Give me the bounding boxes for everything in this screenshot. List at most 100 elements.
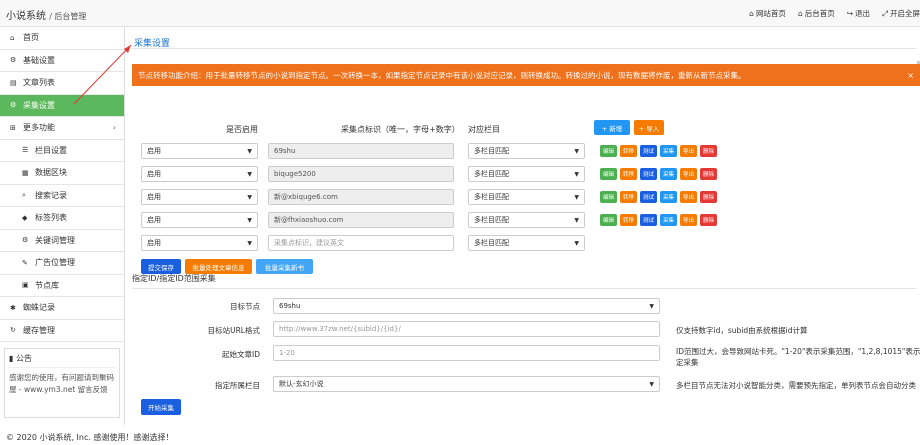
category-value: 多栏目匹配 xyxy=(474,147,509,155)
edit-button[interactable]: 编辑 xyxy=(600,145,617,157)
enable-select[interactable]: 启用 ▼ xyxy=(141,166,258,182)
category-select[interactable]: 多栏目匹配 ▼ xyxy=(468,235,585,251)
delete-button[interactable]: 删除 xyxy=(700,191,717,203)
alert-text: 节点转移功能介绍：用于批量转移节点的小说到指定节点。一次转换一本，如果指定节点记… xyxy=(138,70,746,80)
nav-site-home[interactable]: ⌂ 网站首页 xyxy=(749,8,786,19)
sidebar-item[interactable]: ▤ 文章列表 xyxy=(0,72,124,95)
enable-select[interactable]: 启用 ▼ xyxy=(141,189,258,205)
brand[interactable]: 小说系统 / 后台管理 xyxy=(6,7,86,22)
category-hint: 多栏目节点无法对小说智能分类，需要预先指定，单列表节点会自动分类 xyxy=(676,381,916,390)
delete-button[interactable]: 删除 xyxy=(700,214,717,226)
sidebar-item[interactable]: ✎ 广告位管理 xyxy=(0,252,124,275)
export-button[interactable]: 导出 xyxy=(680,214,697,226)
edit-button[interactable]: 编辑 xyxy=(600,168,617,180)
nav-label: 开启全屏 xyxy=(890,9,920,18)
category-select[interactable]: 多栏目匹配 ▼ xyxy=(468,166,585,182)
collect-button[interactable]: 采集 xyxy=(660,168,677,180)
caret-down-icon: ▼ xyxy=(247,216,252,224)
enable-select[interactable]: 启用 ▼ xyxy=(141,235,258,251)
transfer-button[interactable]: 转移 xyxy=(620,214,637,226)
target-node-select[interactable]: 69shu ▼ xyxy=(273,298,660,314)
test-button[interactable]: 测试 xyxy=(640,168,657,180)
sidebar-item-label: 节点库 xyxy=(35,280,59,290)
category-value: 多栏目匹配 xyxy=(474,216,509,224)
submit-button[interactable]: 提交保存 xyxy=(141,259,181,274)
start-id-input[interactable]: 1-20 xyxy=(273,345,660,361)
sidebar-item[interactable]: ⚙ 关键词管理 xyxy=(0,229,124,252)
export-button[interactable]: 导出 xyxy=(680,145,697,157)
collect-button[interactable]: 采集 xyxy=(660,191,677,203)
transfer-button[interactable]: 转移 xyxy=(620,191,637,203)
sidebar-item-label: 蜘蛛记录 xyxy=(23,303,55,313)
enable-select[interactable]: 启用 ▼ xyxy=(141,143,258,159)
sidebar-item-label: 栏目设置 xyxy=(35,145,67,155)
divider xyxy=(132,48,917,49)
batch-collect-button[interactable]: 批量采集新书 xyxy=(256,259,313,274)
target-node-value: 69shu xyxy=(279,302,301,310)
transfer-button[interactable]: 转移 xyxy=(620,168,637,180)
sidebar-item-label: 数据区块 xyxy=(35,168,67,178)
sidebar-item[interactable]: ⌂ 首页 xyxy=(0,27,124,50)
enable-select[interactable]: 启用 ▼ xyxy=(141,212,258,228)
enable-value: 启用 xyxy=(147,147,161,155)
node-id-input[interactable]: biquge5200 xyxy=(268,166,454,182)
target-node-label: 目标节点 xyxy=(230,302,260,311)
export-button[interactable]: 导出 xyxy=(680,191,697,203)
delete-button[interactable]: 删除 xyxy=(700,168,717,180)
edit-button[interactable]: 编辑 xyxy=(600,191,617,203)
caret-down-icon: ▼ xyxy=(574,193,579,201)
category-select[interactable]: 多栏目匹配 ▼ xyxy=(468,212,585,228)
url-format-input[interactable]: http://www.37zw.net/{subid}/{id}/ xyxy=(273,321,660,337)
collect-button[interactable]: 采集 xyxy=(660,214,677,226)
category-value: 默认-玄幻小说 xyxy=(279,380,324,388)
test-button[interactable]: 测试 xyxy=(640,191,657,203)
sidebar-item[interactable]: ⚙ 采集设置 xyxy=(0,94,124,117)
sidebar-item-label: 广告位管理 xyxy=(35,258,75,268)
category-label: 指定所属栏目 xyxy=(215,381,260,390)
sidebar-item[interactable]: ◆ 标签列表 xyxy=(0,207,124,230)
sidebar-item-label: 标签列表 xyxy=(35,213,67,223)
sidebar-item[interactable]: ⊞ 更多功能 › xyxy=(0,117,124,140)
export-button[interactable]: 导出 xyxy=(680,168,697,180)
node-id-input[interactable]: 采集点标识，建议英文 xyxy=(268,235,454,251)
menu-icon: ☰ xyxy=(22,146,29,155)
menu-icon: ▦ xyxy=(22,168,29,177)
sidebar-item[interactable]: ✱ 蜘蛛记录 xyxy=(0,297,124,320)
start-collect-button[interactable]: 开始采集 xyxy=(141,399,181,415)
transfer-button[interactable]: 转移 xyxy=(620,145,637,157)
sidebar-item-label: 文章列表 xyxy=(23,78,55,88)
sidebar-item[interactable]: ⌕ 搜索记录 xyxy=(0,184,124,207)
column-header-node: 采集点标识（唯一，字母+数字） xyxy=(341,125,460,134)
nav-fullscreen[interactable]: ⤢ 开启全屏 xyxy=(882,8,920,19)
nav-logout[interactable]: ↪ 退出 xyxy=(847,8,870,19)
edit-button[interactable]: 编辑 xyxy=(600,214,617,226)
main-content: 采集设置 节点转移功能介绍：用于批量转移节点的小说到指定节点。一次转换一本，如果… xyxy=(125,27,920,425)
caret-down-icon: ▼ xyxy=(247,147,252,155)
fullscreen-icon: ⤢ xyxy=(882,9,888,18)
sidebar-item[interactable]: ☰ 栏目设置 xyxy=(0,139,124,162)
sidebar-item-label: 搜索记录 xyxy=(35,190,67,200)
sidebar-item[interactable]: ↻ 缓存管理 xyxy=(0,320,124,342)
import-button[interactable]: + 导入 xyxy=(634,120,664,135)
nav-label: 网站首页 xyxy=(755,9,786,18)
nav-admin-home[interactable]: ⌂ 后台首页 xyxy=(798,8,835,19)
node-id-input[interactable]: 新@fhxiaoshuo.com xyxy=(268,212,454,228)
category-select[interactable]: 多栏目匹配 ▼ xyxy=(468,189,585,205)
close-icon[interactable]: × xyxy=(907,71,914,80)
category-select[interactable]: 多栏目匹配 ▼ xyxy=(468,143,585,159)
sidebar-item[interactable]: ⚙ 基础设置 xyxy=(0,50,124,72)
category-select[interactable]: 默认-玄幻小说 ▼ xyxy=(273,376,660,392)
test-button[interactable]: 测试 xyxy=(640,214,657,226)
menu-icon: ✱ xyxy=(10,303,16,312)
add-button[interactable]: + 新增 xyxy=(594,120,630,135)
node-id-input[interactable]: 新@xbiquge6.com xyxy=(268,189,454,205)
test-button[interactable]: 测试 xyxy=(640,145,657,157)
enable-value: 启用 xyxy=(147,170,161,178)
sidebar-item[interactable]: ▣ 节点库 xyxy=(0,274,124,297)
menu-icon: ⌕ xyxy=(22,190,26,199)
node-id-input[interactable]: 69shu xyxy=(268,143,454,159)
delete-button[interactable]: 删除 xyxy=(700,145,717,157)
batch-process-button[interactable]: 批量处理文章信息 xyxy=(185,259,252,274)
sidebar-item[interactable]: ▦ 数据区块 xyxy=(0,162,124,185)
collect-button[interactable]: 采集 xyxy=(660,145,677,157)
